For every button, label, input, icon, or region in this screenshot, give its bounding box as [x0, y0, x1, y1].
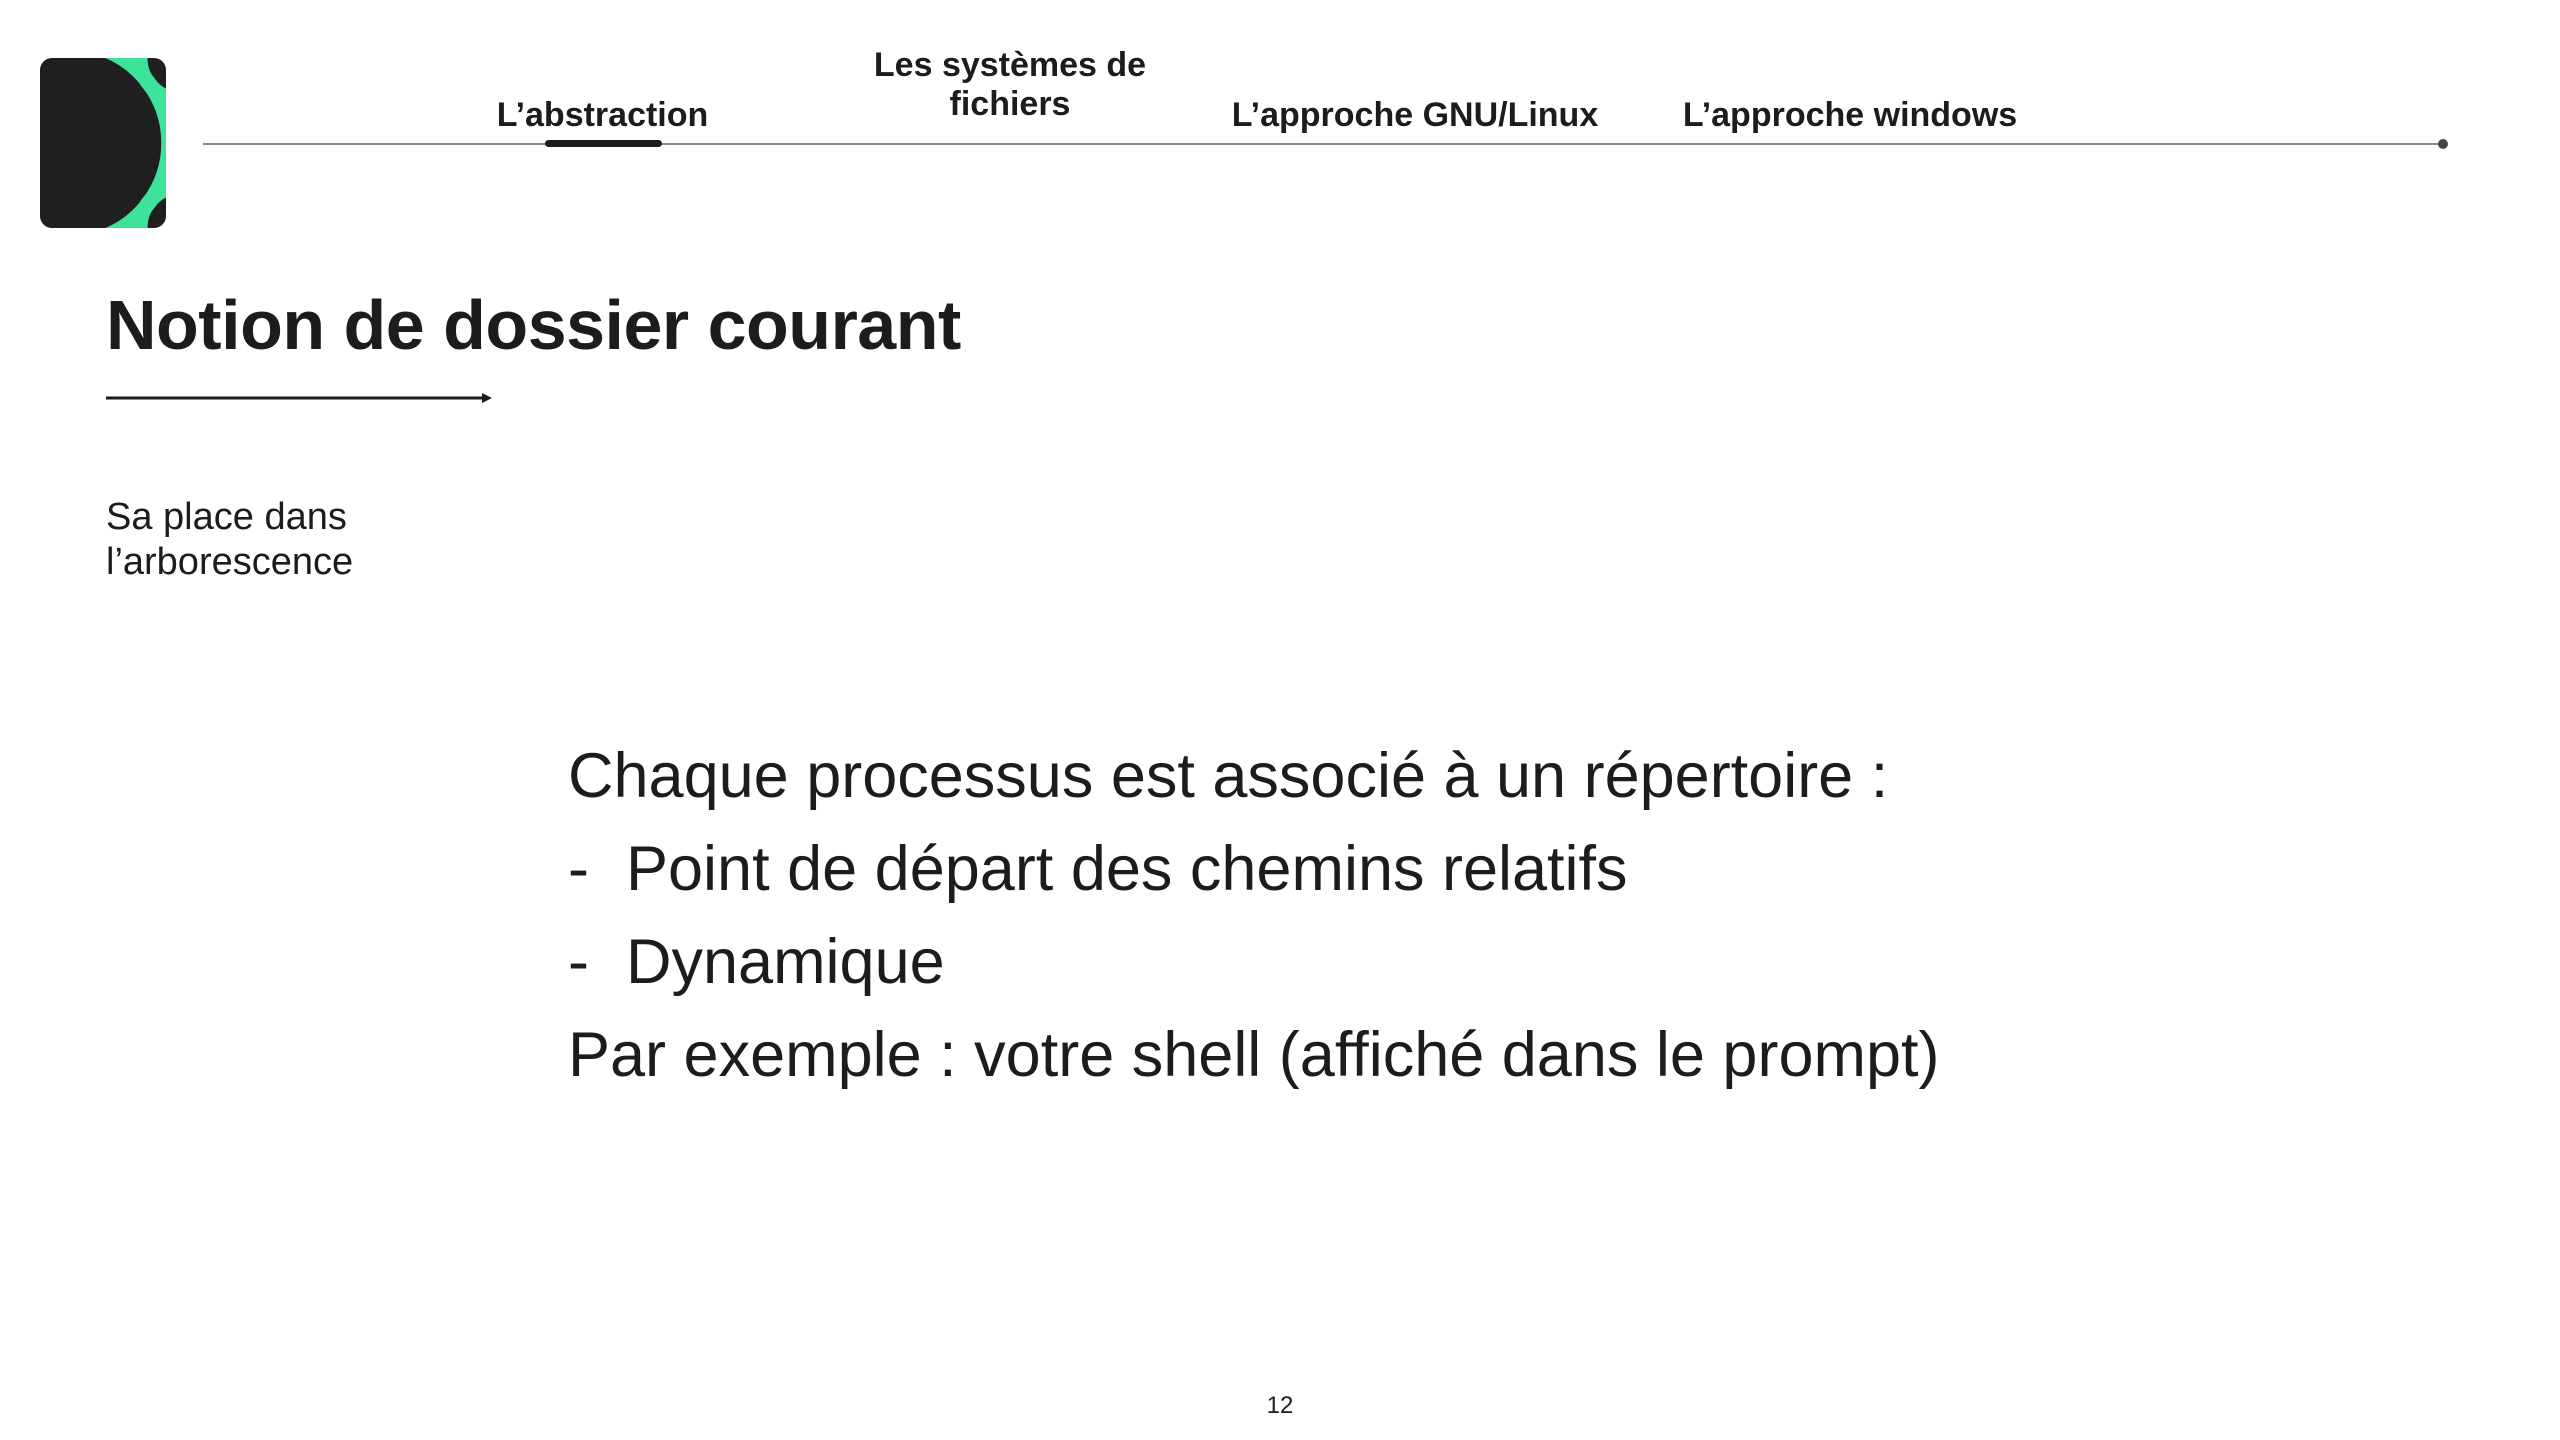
bullet-text: Dynamique	[626, 927, 945, 997]
page-number: 12	[1266, 1392, 1294, 1419]
section-subtitle: Sa place dans l’arborescence	[106, 496, 354, 583]
nav-line-end-dot	[2438, 139, 2448, 149]
tab-abstraction[interactable]: L’abstraction	[480, 96, 725, 135]
arrow-right-icon	[106, 393, 492, 403]
slide-body: Chaque processus est associé à un répert…	[568, 730, 2468, 1102]
bullet-text: Point de départ des chemins relatifs	[626, 834, 1628, 904]
nav-progress-line	[203, 143, 2443, 145]
tab-approche-gnu-linux[interactable]: L’approche GNU/Linux	[1210, 96, 1620, 135]
body-intro: Chaque processus est associé à un répert…	[568, 741, 1889, 811]
list-item: - Point de départ des chemins relatifs	[568, 823, 2468, 916]
slide-title: Notion de dossier courant	[106, 286, 961, 364]
bullet-marker: -	[568, 834, 589, 904]
brand-logo-icon	[40, 58, 166, 228]
bullet-marker: -	[568, 927, 589, 997]
active-tab-indicator	[545, 140, 662, 147]
tab-approche-windows[interactable]: L’approche windows	[1660, 96, 2040, 135]
list-item: - Dynamique	[568, 916, 2468, 1009]
tab-systemes-de-fichiers[interactable]: Les systèmes de fichiers	[850, 46, 1170, 124]
body-example: Par exemple : votre shell (affiché dans …	[568, 1020, 1940, 1090]
